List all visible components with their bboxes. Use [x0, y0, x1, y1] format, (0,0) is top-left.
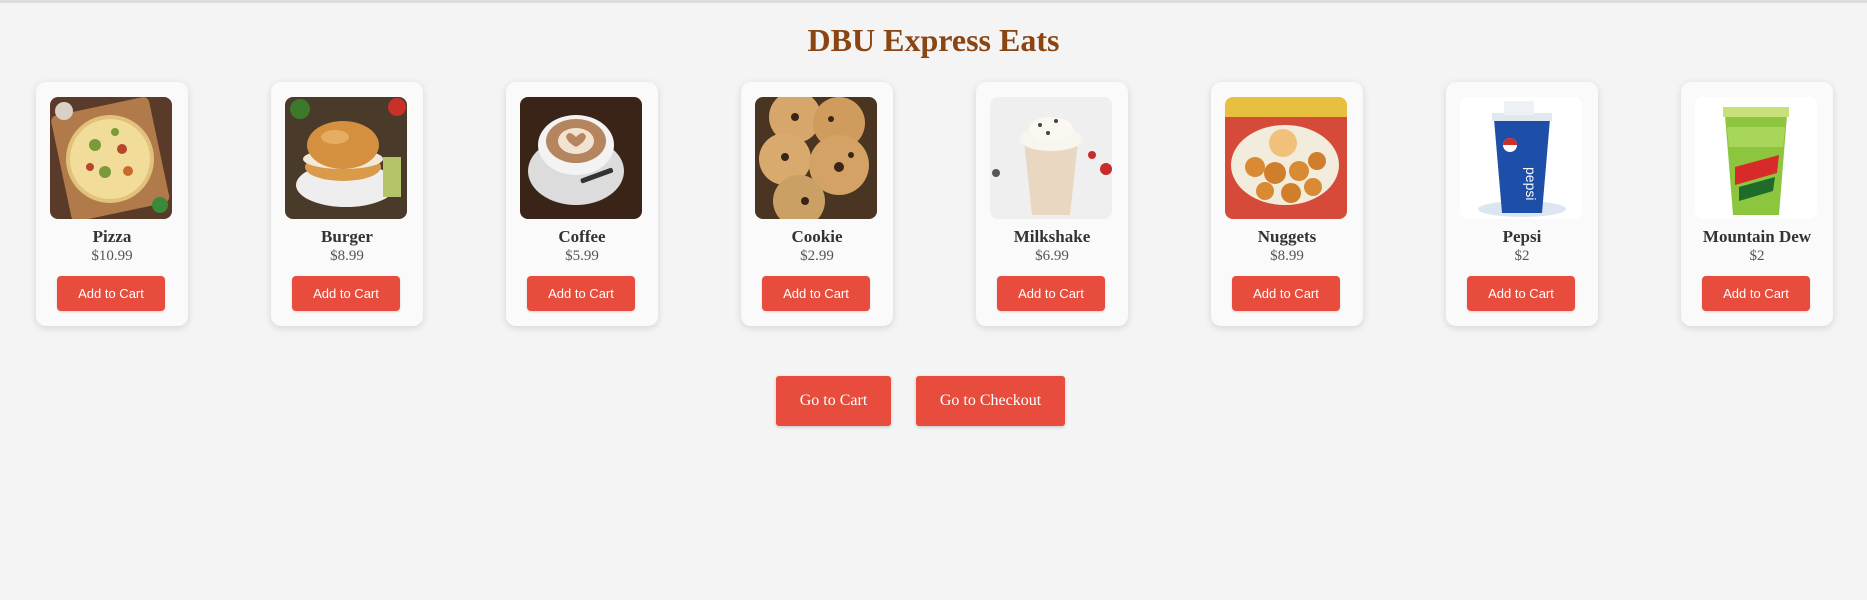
pepsi-image: pepsi — [1460, 97, 1582, 219]
add-to-cart-button[interactable]: Add to Cart — [997, 276, 1105, 311]
product-name: Burger — [321, 227, 373, 246]
product-card-burger: Burger $8.99 Add to Cart — [271, 82, 423, 326]
product-card-pepsi: pepsi Pepsi $2 Add to Cart — [1446, 82, 1598, 326]
product-name: Pizza — [92, 227, 132, 246]
product-name: Mountain Dew — [1702, 227, 1812, 246]
product-name: Coffee — [558, 227, 606, 246]
add-to-cart-button[interactable]: Add to Cart — [1467, 276, 1575, 311]
add-to-cart-button[interactable]: Add to Cart — [292, 276, 400, 311]
go-to-checkout-button[interactable]: Go to Checkout — [916, 376, 1065, 426]
add-to-cart-button[interactable]: Add to Cart — [1232, 276, 1340, 311]
add-to-cart-button[interactable]: Add to Cart — [57, 276, 165, 311]
product-price: $8.99 — [330, 248, 364, 264]
go-to-cart-button[interactable]: Go to Cart — [776, 376, 891, 426]
product-price: $5.99 — [565, 248, 599, 264]
product-card-nuggets: Nuggets $8.99 Add to Cart — [1211, 82, 1363, 326]
menu-page: DBU Express Eats Pizza $10.99 Add to Car… — [0, 0, 1867, 600]
add-to-cart-button[interactable]: Add to Cart — [527, 276, 635, 311]
mountain-dew-image — [1695, 97, 1817, 219]
product-price: $2 — [1514, 248, 1530, 264]
milkshake-image — [990, 97, 1112, 219]
product-card-mountain-dew: Mountain Dew $2 Add to Cart — [1681, 82, 1833, 326]
cookie-image — [755, 97, 877, 219]
product-card-pizza: Pizza $10.99 Add to Cart — [36, 82, 188, 326]
nuggets-image — [1225, 97, 1347, 219]
product-name: Milkshake — [1013, 227, 1091, 246]
pizza-image — [50, 97, 172, 219]
product-name: Pepsi — [1502, 227, 1542, 246]
product-price: $10.99 — [91, 248, 133, 264]
product-price: $2.99 — [800, 248, 834, 264]
product-price: $8.99 — [1270, 248, 1304, 264]
product-card-milkshake: Milkshake $6.99 Add to Cart — [976, 82, 1128, 326]
page-title: DBU Express Eats — [807, 22, 1060, 58]
top-divider — [0, 0, 1867, 3]
product-card-coffee: Coffee $5.99 Add to Cart — [506, 82, 658, 326]
svg-text:pepsi: pepsi — [1523, 167, 1539, 200]
burger-image — [285, 97, 407, 219]
product-card-cookie: Cookie $2.99 Add to Cart — [741, 82, 893, 326]
add-to-cart-button[interactable]: Add to Cart — [1702, 276, 1810, 311]
add-to-cart-button[interactable]: Add to Cart — [762, 276, 870, 311]
coffee-image — [520, 97, 642, 219]
product-price: $6.99 — [1035, 248, 1069, 264]
product-name: Nuggets — [1257, 227, 1317, 246]
product-price: $2 — [1749, 248, 1765, 264]
product-name: Cookie — [791, 227, 843, 246]
